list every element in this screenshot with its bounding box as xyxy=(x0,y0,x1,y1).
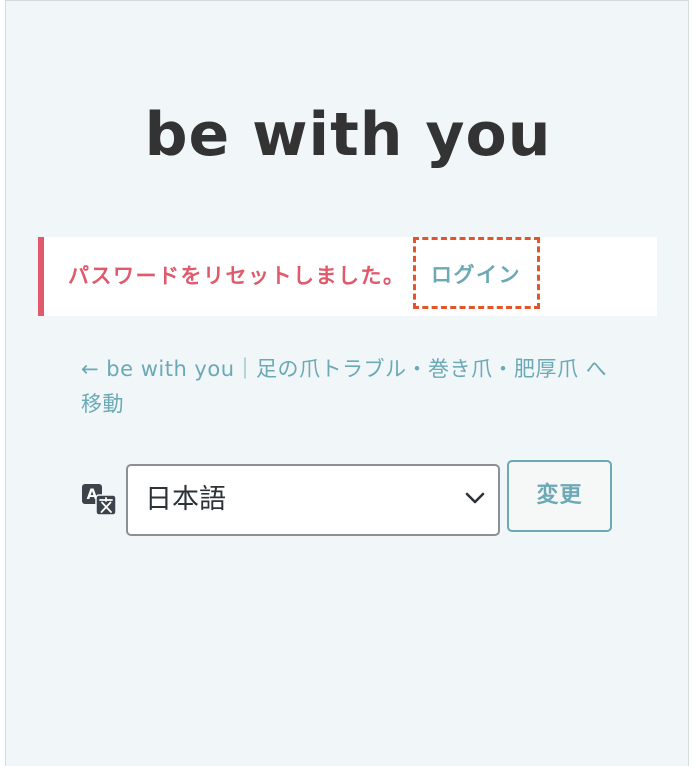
back-to-site-link[interactable]: ← be with you｜足の爪トラブル・巻き爪・肥厚爪 へ移動 xyxy=(81,352,611,422)
site-logo-title[interactable]: be with you xyxy=(0,95,696,175)
login-link-highlight: ログイン xyxy=(413,237,540,309)
success-notice: パスワードをリセットしました。 ログイン xyxy=(38,237,657,316)
language-select-value: 日本語 xyxy=(145,484,226,515)
change-language-button[interactable]: 変更 xyxy=(507,460,612,532)
login-link[interactable]: ログイン xyxy=(431,260,521,290)
notice-message: パスワードをリセットしました。 xyxy=(68,264,406,288)
chevron-down-icon xyxy=(464,490,486,504)
language-select[interactable]: 日本語 xyxy=(126,464,500,536)
translation-icon: A xyxy=(82,484,118,516)
